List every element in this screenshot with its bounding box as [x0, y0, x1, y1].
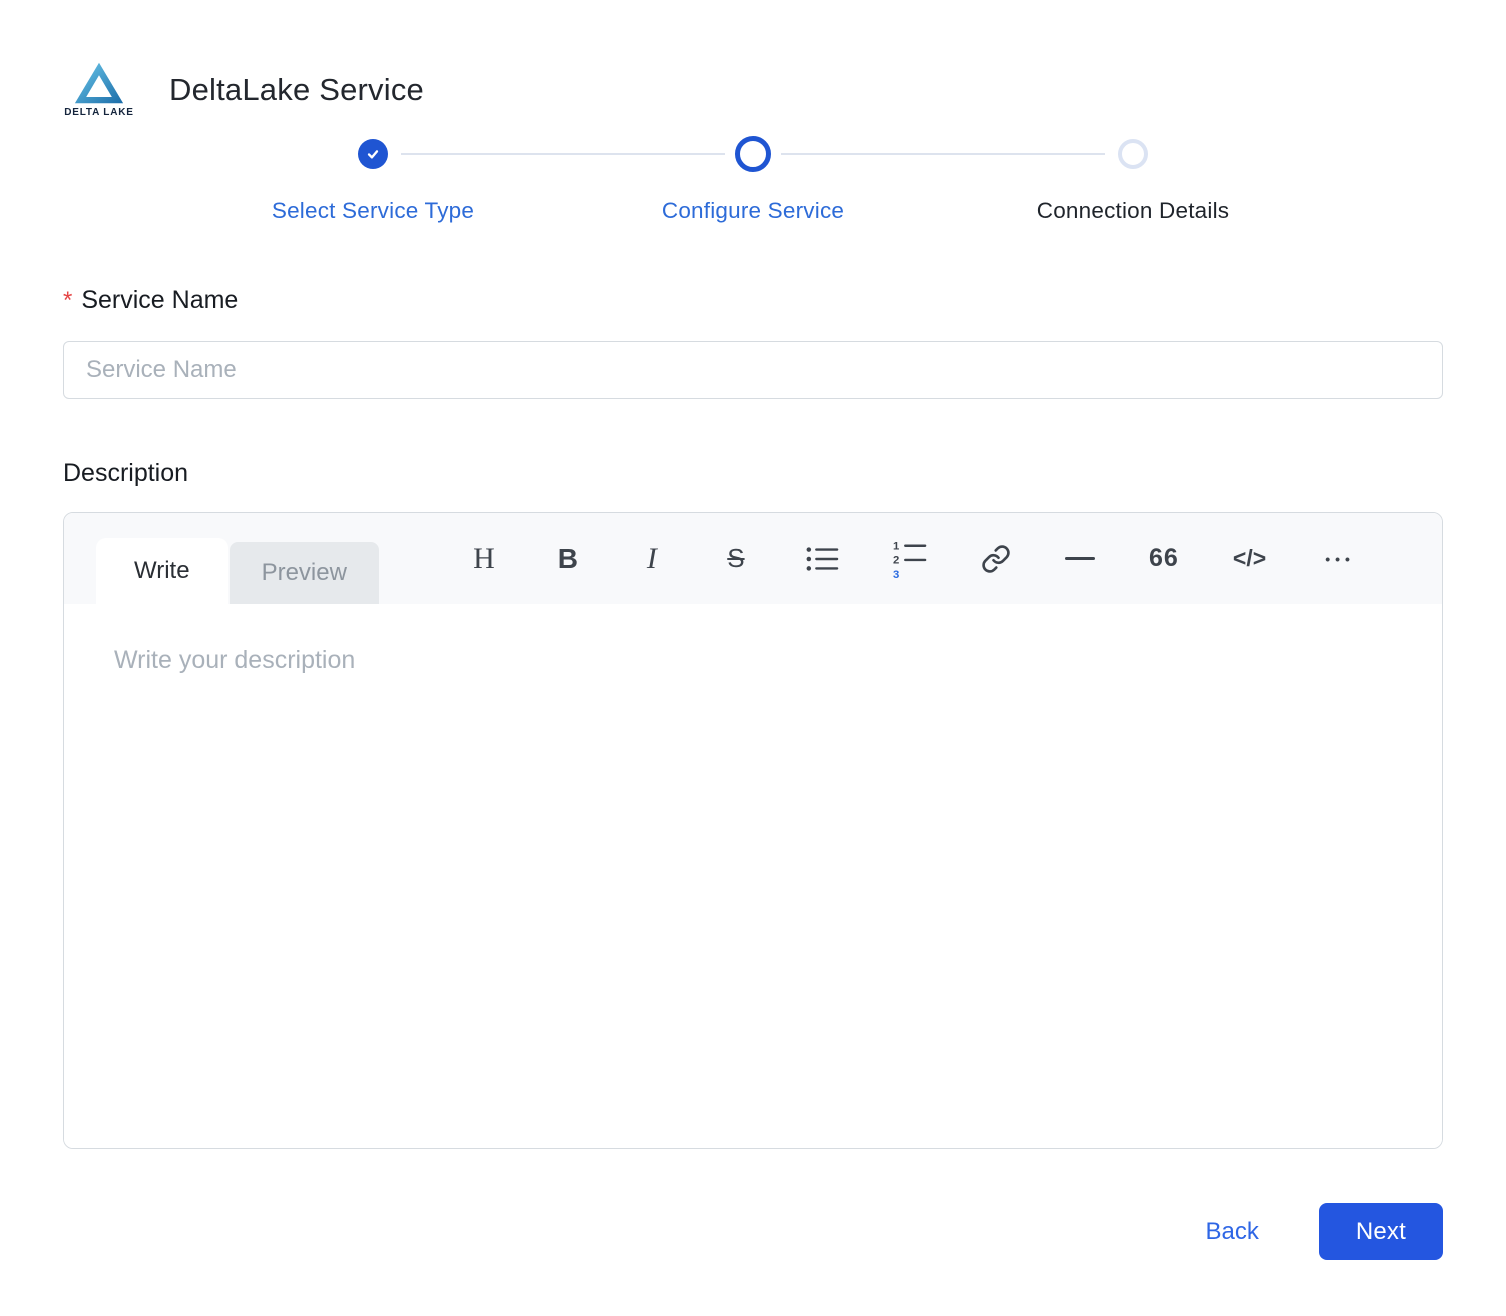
required-asterisk: *: [63, 287, 72, 315]
link-glyph: [981, 544, 1011, 574]
unordered-list-icon[interactable]: [805, 539, 839, 579]
code-glyph: </>: [1233, 545, 1266, 572]
ordered-list-icon[interactable]: 1 2 3: [893, 539, 927, 579]
editor-tabs: Write Preview: [96, 513, 379, 604]
markdown-editor: Write Preview H B I S: [63, 512, 1443, 1149]
strikethrough-glyph: S: [727, 543, 744, 574]
code-icon[interactable]: </>: [1233, 539, 1266, 579]
logo-wordmark: DELTA LAKE: [64, 107, 133, 118]
service-name-label: * Service Name: [63, 286, 1443, 315]
editor-body: [64, 604, 1442, 1148]
description-label-text: Description: [63, 459, 188, 488]
tab-write[interactable]: Write: [96, 538, 228, 604]
step-connection-details: Connection Details: [943, 136, 1323, 224]
description-textarea[interactable]: [64, 604, 1442, 1148]
ordered-list-glyph: 1 2 3: [893, 539, 927, 579]
editor-toolbar: Write Preview H B I S: [64, 513, 1442, 604]
more-glyph: •••: [1320, 551, 1355, 567]
service-name-label-text: Service Name: [81, 286, 238, 315]
italic-glyph: I: [647, 542, 657, 576]
link-icon[interactable]: [981, 539, 1011, 579]
heading-icon[interactable]: H: [469, 539, 499, 579]
page-title: DeltaLake Service: [169, 72, 424, 108]
step-label-connection-details: Connection Details: [1037, 198, 1229, 224]
bold-icon[interactable]: B: [553, 539, 583, 579]
horizontal-rule-glyph: [1065, 557, 1095, 560]
step-pending-circle: [1118, 139, 1148, 169]
step-configure-service: Configure Service: [563, 136, 943, 224]
svg-text:3: 3: [893, 568, 899, 578]
description-label: Description: [63, 459, 1443, 488]
svg-text:2: 2: [893, 554, 899, 566]
horizontal-rule-icon[interactable]: [1065, 539, 1095, 579]
editor-toolbar-icons: H B I S: [469, 539, 1355, 579]
step-circle-wrap: [735, 136, 771, 172]
quote-icon[interactable]: 66: [1149, 539, 1179, 579]
strikethrough-icon[interactable]: S: [721, 539, 751, 579]
service-name-input[interactable]: [63, 341, 1443, 399]
back-button[interactable]: Back: [1205, 1218, 1258, 1246]
configure-service-page: DELTA LAKE DeltaLake Service Select Serv…: [0, 0, 1506, 1310]
unordered-list-glyph: [805, 543, 839, 575]
italic-icon[interactable]: I: [637, 539, 667, 579]
next-button[interactable]: Next: [1319, 1203, 1443, 1260]
quote-glyph: 66: [1149, 544, 1179, 573]
step-circle-wrap: [1118, 136, 1148, 172]
step-circle-wrap: [358, 136, 388, 172]
step-active-circle: [735, 136, 771, 172]
wizard-footer: Back Next: [63, 1203, 1443, 1260]
more-options-icon[interactable]: •••: [1320, 539, 1355, 579]
tab-preview[interactable]: Preview: [230, 542, 379, 604]
step-label-select-service-type: Select Service Type: [272, 198, 474, 224]
wizard-stepper: Select Service Type Configure Service Co…: [183, 136, 1323, 224]
delta-lake-triangle-icon: [70, 62, 128, 104]
check-icon: [365, 146, 381, 162]
step-completed-circle: [358, 139, 388, 169]
step-label-configure-service: Configure Service: [662, 198, 844, 224]
svg-text:1: 1: [893, 540, 899, 552]
heading-glyph: H: [473, 542, 495, 576]
delta-lake-logo: DELTA LAKE: [63, 62, 135, 118]
bold-glyph: B: [558, 543, 578, 575]
step-select-service-type: Select Service Type: [183, 136, 563, 224]
header: DELTA LAKE DeltaLake Service: [63, 60, 1443, 120]
